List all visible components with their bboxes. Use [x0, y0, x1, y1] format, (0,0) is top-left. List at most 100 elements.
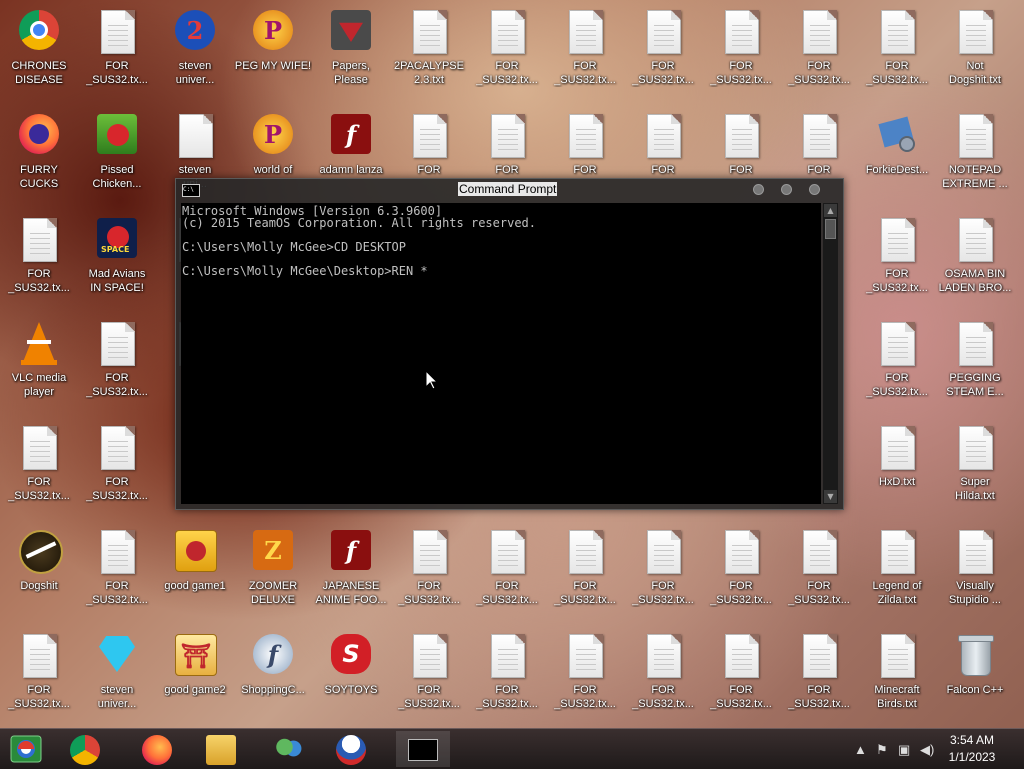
desktop-icon[interactable]: FOR _SUS32.tx... [780, 2, 858, 102]
desktop-icon-label: VLC media player [11, 372, 67, 398]
desktop-icon[interactable]: Visually Stupidio ... [936, 522, 1014, 622]
start-button[interactable] [8, 733, 44, 765]
desktop-icon[interactable]: FOR _SUS32.tx... [624, 522, 702, 622]
desktop-icon[interactable]: HxD.txt [858, 418, 936, 518]
desktop-icon[interactable]: P PEG MY WIFE! [234, 2, 312, 102]
desktop-icon-label: FOR _SUS32.tx... [788, 684, 850, 710]
desktop-icon[interactable]: FOR _SUS32.tx... [78, 522, 156, 622]
desktop-icon-label: FOR [807, 164, 831, 176]
desktop-icon[interactable]: FOR _SUS32.tx... [702, 522, 780, 622]
desktop-icon[interactable]: good game1 [156, 522, 234, 622]
desktop-icon[interactable]: FOR _SUS32.tx... [702, 2, 780, 102]
desktop-icon[interactable]: FOR _SUS32.tx... [468, 522, 546, 622]
desktop-icon-label: SOYTOYS [324, 684, 378, 696]
network-icon[interactable]: ▣ [898, 742, 910, 758]
command-prompt-icon[interactable]: C:\ [182, 184, 200, 197]
desktop-icon[interactable]: 2PACALYPSE 2.3.txt [390, 2, 468, 102]
show-hidden-icons-icon[interactable]: ▲ [854, 742, 867, 757]
desktop-icon[interactable]: Not Dogshit.txt [936, 2, 1014, 102]
maximize-button[interactable] [781, 184, 792, 195]
volume-icon[interactable]: ◀) [920, 742, 934, 758]
desktop-icon-label: FOR _SUS32.tx... [632, 580, 694, 606]
taskbar-app-button[interactable] [324, 731, 378, 767]
desktop-icon[interactable]: Minecraft Birds.txt [858, 626, 936, 726]
scrollbar-thumb[interactable] [825, 219, 836, 239]
taskbar-app-button[interactable] [58, 731, 112, 767]
taskbar-app-button[interactable] [262, 731, 316, 767]
forkie-icon [873, 112, 921, 160]
desktop-icon-label: world of [253, 164, 293, 176]
desktop-icon[interactable]: Legend of Zilda.txt [858, 522, 936, 622]
desktop-icon[interactable]: FOR _SUS32.tx... [468, 626, 546, 726]
desktop-icon[interactable]: FURRY CUCKS [0, 106, 78, 206]
desktop-icon[interactable]: FOR _SUS32.tx... [546, 2, 624, 102]
desktop-icon[interactable]: FOR _SUS32.tx... [0, 418, 78, 518]
desktop-icon[interactable]: ⛩ good game2 [156, 626, 234, 726]
desktop-icon[interactable]: FOR _SUS32.tx... [390, 626, 468, 726]
desktop-icon-label: FOR _SUS32.tx... [476, 60, 538, 86]
desktop-icon[interactable]: FOR _SUS32.tx... [624, 626, 702, 726]
desktop-icon[interactable]: FOR _SUS32.tx... [858, 2, 936, 102]
desktop-icon-label: good game1 [164, 580, 226, 592]
close-button[interactable] [809, 184, 820, 195]
desktop-icon[interactable]: Dogshit [0, 522, 78, 622]
desktop-icon[interactable]: VLC media player [0, 314, 78, 414]
vertical-scrollbar[interactable]: ▲ ▼ [823, 203, 838, 504]
desktop-icon[interactable]: Falcon C++ [936, 626, 1014, 726]
desktop-icon[interactable]: OSAMA BIN LADEN BRO... [936, 210, 1014, 310]
desktop-icon[interactable]: PEGGING STEAM E... [936, 314, 1014, 414]
text-file-icon [951, 320, 999, 368]
desktop-icon[interactable]: SPACE Mad Avians IN SPACE! [78, 210, 156, 310]
desktop-icon[interactable]: 2 steven univer... [156, 2, 234, 102]
desktop-icon[interactable]: f JAPANESE ANIME FOO... [312, 522, 390, 622]
obama-logo-icon [336, 735, 366, 765]
desktop-icon[interactable]: FOR _SUS32.tx... [780, 522, 858, 622]
desktop-icon[interactable]: FOR _SUS32.tx... [546, 626, 624, 726]
desktop-icon[interactable]: FOR _SUS32.tx... [0, 210, 78, 310]
desktop-icon-label: adamn lanza [319, 164, 383, 176]
scroll-down-arrow-icon[interactable]: ▼ [824, 490, 837, 503]
desktop-icon[interactable]: FOR _SUS32.tx... [546, 522, 624, 622]
desktop-icon[interactable]: ForkieDest... [858, 106, 936, 206]
flash-icon: f [327, 528, 375, 576]
text-file-icon [717, 112, 765, 160]
window-titlebar[interactable]: C:\ Command Prompt [176, 179, 843, 201]
scroll-up-arrow-icon[interactable]: ▲ [824, 204, 837, 217]
minimize-button[interactable] [753, 184, 764, 195]
text-file-icon [795, 112, 843, 160]
desktop-icon[interactable]: Papers, Please [312, 2, 390, 102]
desktop-icon[interactable]: FOR _SUS32.tx... [0, 626, 78, 726]
desktop-icon[interactable]: FOR _SUS32.tx... [780, 626, 858, 726]
clock-date[interactable]: 1/1/2023 [942, 750, 1002, 764]
desktop-icon[interactable]: CHRONES DISEASE [0, 2, 78, 102]
desktop-icon[interactable]: S SOYTOYS [312, 626, 390, 726]
taskbar-app-button[interactable] [396, 731, 450, 767]
command-prompt-window[interactable]: C:\ Command Prompt Microsoft Windows [Ve… [175, 178, 844, 510]
desktop-icon-label: Not Dogshit.txt [949, 60, 1001, 86]
taskbar-app-button[interactable] [194, 731, 248, 767]
desktop-icon[interactable]: Z ZOOMER DELUXE [234, 522, 312, 622]
desktop-icon[interactable]: FOR _SUS32.tx... [468, 2, 546, 102]
desktop-icon[interactable]: Super Hilda.txt [936, 418, 1014, 518]
desktop-icon[interactable]: FOR _SUS32.tx... [78, 314, 156, 414]
desktop-icon[interactable]: FOR _SUS32.tx... [390, 522, 468, 622]
text-file-icon [15, 424, 63, 472]
desktop-icon[interactable]: FOR _SUS32.tx... [858, 314, 936, 414]
desktop-icon[interactable]: FOR _SUS32.tx... [78, 2, 156, 102]
desktop-icon[interactable]: f ShoppingC... [234, 626, 312, 726]
text-file-icon [951, 216, 999, 264]
text-file-icon [873, 320, 921, 368]
desktop-icon[interactable]: FOR _SUS32.tx... [624, 2, 702, 102]
desktop-icon-label: FOR _SUS32.tx... [632, 60, 694, 86]
console-output[interactable]: Microsoft Windows [Version 6.3.9600] (c) … [181, 203, 821, 504]
taskbar-app-button[interactable] [130, 731, 184, 767]
action-center-flag-icon[interactable]: ⚑ [876, 742, 888, 758]
desktop-icon[interactable]: FOR _SUS32.tx... [702, 626, 780, 726]
chrome-icon [15, 8, 63, 56]
clock-time[interactable]: 3:54 AM [942, 733, 1002, 747]
desktop-icon[interactable]: FOR _SUS32.tx... [78, 418, 156, 518]
desktop-icon[interactable]: NOTEPAD EXTREME ... [936, 106, 1014, 206]
desktop-icon[interactable]: FOR _SUS32.tx... [858, 210, 936, 310]
desktop-icon[interactable]: steven univer... [78, 626, 156, 726]
desktop-icon[interactable]: Pissed Chicken... [78, 106, 156, 206]
